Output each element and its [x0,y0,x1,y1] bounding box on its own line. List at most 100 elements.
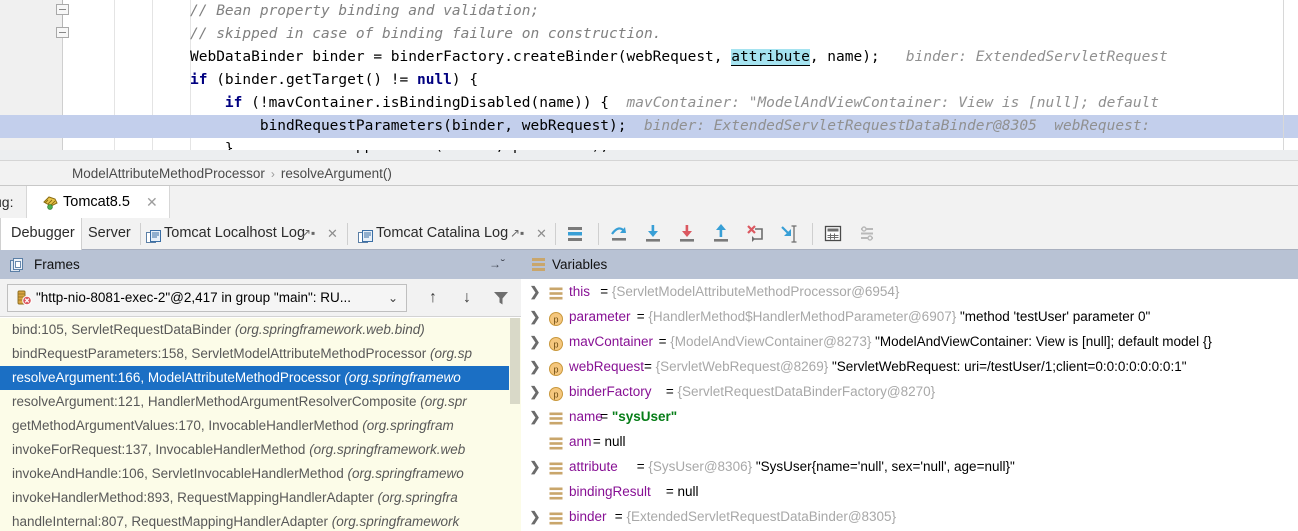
thread-selector-dropdown[interactable]: "http-nio-8081-exec-2"@2,417 in group "m… [7,284,407,312]
code-lines[interactable]: // Bean property binding and validation;… [0,0,1298,160]
frame-row[interactable]: resolveArgument:166, ModelAttributeMetho… [0,366,521,390]
frames-list[interactable]: bind:105, ServletRequestDataBinder (org.… [0,318,521,531]
frames-up-button[interactable]: ↑ [420,285,446,311]
variable-row[interactable]: ❯ binder = {ExtendedServletRequestDataBin… [521,504,1298,529]
variable-equals: = [636,309,649,324]
svg-text:p: p [553,389,558,399]
variable-row[interactable]: ❯ attribute = {SysUser@8306} "SysUser{nam… [521,454,1298,479]
frames-down-button[interactable]: ↓ [454,285,480,311]
frame-row[interactable]: resolveArgument:121, HandlerMethodArgume… [0,390,521,414]
variable-type: {SysUser@8306} [648,459,753,474]
variable-row[interactable]: ❯ p binderFactory = {ServletRequestDataBin… [521,379,1298,404]
variable-row[interactable]: ❯ this = {ServletModelAttributeMethodProc… [521,279,1298,304]
frame-method: bind:105, ServletRequestDataBinder [12,322,235,337]
tab-server[interactable]: Server [82,218,140,250]
variable-literal: null [604,434,626,449]
thread-selector-value: "http-nio-8081-exec-2"@2,417 in group "m… [36,290,352,305]
frame-row[interactable]: invokeAndHandle:106, ServletInvocableHan… [0,462,521,486]
chevron-right-icon[interactable]: ❯ [528,279,542,304]
chevron-right-icon[interactable]: ❯ [528,304,542,329]
tab-server-label: Server [88,225,131,241]
evaluate-expression-icon[interactable] [818,218,848,249]
code-line[interactable]: // skipped in case of binding failure on… [0,23,1298,46]
variable-name: parameter [569,309,631,324]
highlighted-identifier: attribute [731,49,810,66]
close-icon[interactable]: ✕ [536,218,547,250]
code-token: if [224,95,243,111]
variable-literal: "method 'testUser' parameter 0" [956,309,1151,324]
frames-panel: Frames →˘ "http-nio-8081-exec-2"@2,417 i… [0,250,521,531]
step-over-icon[interactable] [604,218,634,249]
force-step-into-icon[interactable] [672,218,702,249]
code-line[interactable]: // Bean property binding and validation; [0,0,1298,23]
tab-tomcat-localhost-log[interactable]: Tomcat Localhost Log ↗▪ ✕ [141,218,343,250]
variable-value: = null [593,429,626,454]
tab-tomcat-catalina-log[interactable]: Tomcat Catalina Log ↗▪ ✕ [348,218,551,250]
breadcrumb-method[interactable]: resolveArgument() [281,166,392,181]
variable-name: mavContainer [569,334,654,349]
variables-list[interactable]: ❯ this = {ServletModelAttributeMethodProc… [521,279,1298,531]
tab-debugger[interactable]: Debugger [0,218,82,250]
chevron-down-icon[interactable]: ⌄ [388,285,398,311]
drop-frame-icon[interactable] [740,218,770,249]
frame-row[interactable]: invokeHandlerMethod:893, RequestMappingH… [0,486,521,510]
code-line-partial: validateIfApplicable(binder, parameter); [0,150,1298,160]
frame-row[interactable]: bindRequestParameters:158, ServletModelA… [0,342,521,366]
close-icon[interactable]: ✕ [146,186,158,218]
variable-name: binderFactory [569,384,652,399]
code-line[interactable]: if (!mavContainer.isBindingDisabled(name… [0,92,1298,115]
code-line[interactable]: if (binder.getTarget() != null) { [0,69,1298,92]
frames-toolbar: "http-nio-8081-exec-2"@2,417 in group "m… [0,279,521,317]
chevron-right-icon[interactable]: ❯ [528,329,542,354]
code-token: (!mavContainer.isBindingDisabled(name)) … [242,95,610,111]
chevron-right-icon[interactable]: ❯ [528,454,542,479]
variable-row[interactable]: ann = null [521,429,1298,454]
frame-row[interactable]: bind:105, ServletRequestDataBinder (org.… [0,318,521,342]
variable-name: binder [569,509,607,524]
breadcrumb-class[interactable]: ModelAttributeMethodProcessor [72,166,265,181]
pin-icon[interactable]: ↗▪ [510,218,524,250]
chevron-right-icon[interactable]: ❯ [528,354,542,379]
chevron-right-icon[interactable]: ❯ [528,504,542,529]
code-line[interactable]: bindRequestParameters(binder, webRequest… [0,115,1298,138]
frames-panel-header: Frames →˘ [0,250,521,279]
svg-text:p: p [553,339,558,349]
parameter-icon: p [549,309,563,326]
frames-icon [10,257,26,276]
run-tab-tomcat[interactable]: Tomcat8.5 ✕ [26,186,170,218]
object-icon [549,434,563,450]
settings-icon[interactable] [852,218,882,249]
pin-icon[interactable]: ↗▪ [301,218,315,250]
frame-package: (org.springframewo [347,466,464,481]
code-token: null [416,72,452,88]
close-icon[interactable]: ✕ [327,218,338,250]
frame-row[interactable]: invokeForRequest:137, InvocableHandlerMe… [0,438,521,462]
variable-row[interactable]: ❯ p parameter = {HandlerMethod$HandlerMeth… [521,304,1298,329]
breadcrumb[interactable]: ModelAttributeMethodProcessor › resolveArg… [0,160,1298,186]
variable-row[interactable]: bindingResult = null [521,479,1298,504]
frames-scrollbar-thumb[interactable] [510,318,520,404]
intellij-debugger-window: // Bean property binding and validation;… [0,0,1298,531]
minimize-icon[interactable]: →˘ [489,250,505,279]
step-into-icon[interactable] [638,218,668,249]
frame-row[interactable]: getMethodArgumentValues:170, InvocableHa… [0,414,521,438]
show-execution-point-icon[interactable] [560,218,590,249]
code-editor[interactable]: // Bean property binding and validation;… [0,0,1298,160]
variable-equals: = [665,484,678,499]
tab-tomcat-localhost-log-label: Tomcat Localhost Log [164,225,306,241]
run-to-cursor-icon[interactable] [774,218,804,249]
variable-row[interactable]: ❯ p webRequest = {ServletWebRequest@8269} … [521,354,1298,379]
variable-equals: = [658,334,671,349]
frame-method: handleInternal:807, RequestMappingHandle… [12,514,332,529]
code-line[interactable]: WebDataBinder binder = binderFactory.cre… [0,46,1298,69]
code-token: if [190,72,208,88]
variable-row[interactable]: ❯ p mavContainer = {ModelAndViewContainer@… [521,329,1298,354]
frame-row[interactable]: handleInternal:807, RequestMappingHandle… [0,510,521,531]
step-out-icon[interactable] [706,218,736,249]
chevron-right-icon[interactable]: ❯ [528,379,542,404]
inline-debug-hint: binder: ExtendedServletRequest [879,49,1168,65]
filter-icon[interactable] [488,285,514,311]
chevron-right-icon[interactable]: ❯ [528,404,542,429]
variable-type: {HandlerMethod$HandlerMethodParameter@69… [648,309,957,324]
variable-row[interactable]: ❯ name = "sysUser" [521,404,1298,429]
